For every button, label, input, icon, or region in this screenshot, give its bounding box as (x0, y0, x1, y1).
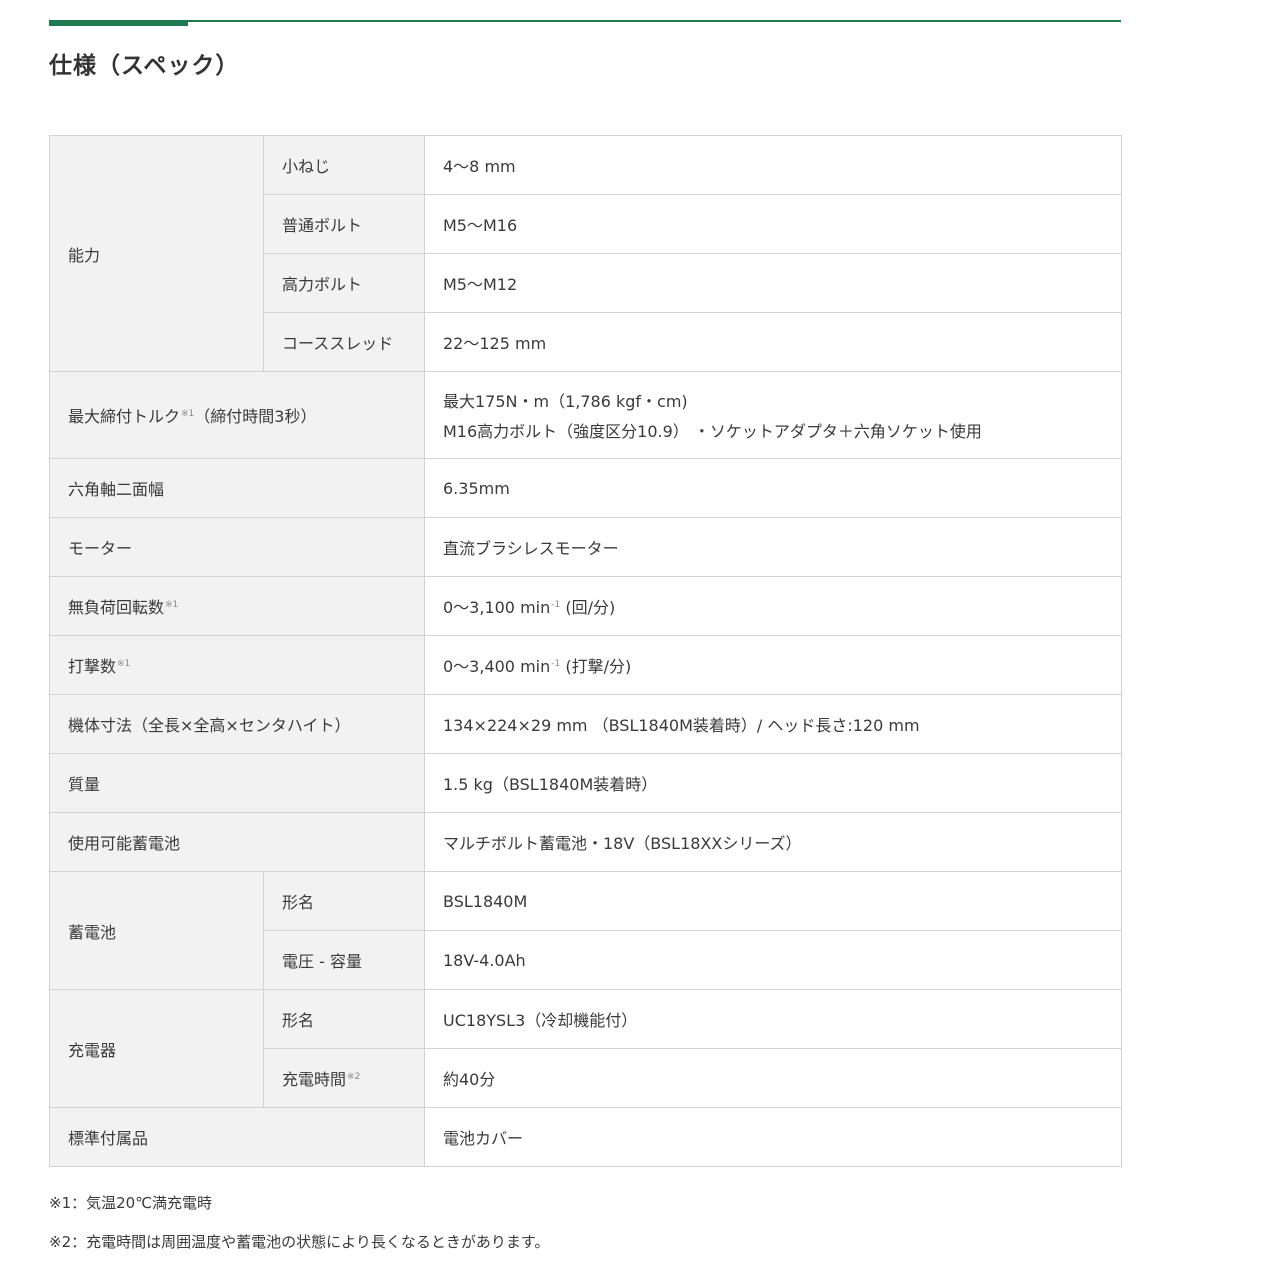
value-high-bolt: M5～M12 (424, 253, 1122, 313)
table-row: 標準付属品 電池カバー (49, 1107, 1122, 1167)
row-header-capacity: 能力 (49, 135, 264, 372)
table-row: 最大締付トルク※1（締付時間3秒） 最大175N・m（1,786 kgf・cm)… (49, 371, 1122, 459)
value-charge-time: 約40分 (424, 1048, 1122, 1108)
sub-header-small-screw: 小ねじ (263, 135, 425, 195)
table-row: モーター 直流ブラシレスモーター (49, 517, 1122, 577)
spec-page: 仕様（スペック） 能力 小ねじ 4～8 mm 普通ボルト M5～M16 高力ボル… (0, 0, 1280, 1280)
table-row: 打撃数※1 0～3,400 min-1 (打撃/分) (49, 635, 1122, 695)
sub-header-coarse-thread: コーススレッド (263, 312, 425, 372)
unit-exponent: -1 (551, 659, 561, 669)
table-row: 質量 1.5 kg（BSL1840M装着時） (49, 753, 1122, 813)
max-torque-line1: 最大175N・m（1,786 kgf・cm) (443, 392, 688, 411)
row-header-hex-shank: 六角軸二面幅 (49, 458, 425, 518)
sub-header-charge-time: 充電時間※2 (263, 1048, 425, 1108)
row-header-motor: モーター (49, 517, 425, 577)
value-impact-rate: 0～3,400 min-1 (打撃/分) (424, 635, 1122, 695)
value-small-screw: 4～8 mm (424, 135, 1122, 195)
value-usable-battery: マルチボルト蓄電池・18V（BSL18XXシリーズ） (424, 812, 1122, 872)
note-mark: ※2 (347, 1072, 361, 1082)
table-row: 無負荷回転数※1 0～3,100 min-1 (回/分) (49, 576, 1122, 636)
value-coarse-thread: 22～125 mm (424, 312, 1122, 372)
value-dimensions: 134×224×29 mm （BSL1840M装着時）/ ヘッド長さ:120 m… (424, 694, 1122, 754)
no-load-speed-label: 無負荷回転数 (68, 598, 165, 617)
table-row: 充電器 形名 UC18YSL3（冷却機能付） (49, 989, 1122, 1108)
no-load-speed-value: 0～3,100 min (443, 598, 551, 617)
table-row: 六角軸二面幅 6.35mm (49, 458, 1122, 518)
footnote-2: ※2：充電時間は周囲温度や蓄電池の状態により長くなるときがあります。 (49, 1233, 550, 1251)
max-torque-label: 最大締付トルク (68, 407, 181, 426)
value-hex-shank: 6.35mm (424, 458, 1122, 518)
note-mark: ※1 (165, 600, 179, 610)
value-voltage-capacity: 18V-4.0Ah (424, 930, 1122, 990)
table-row: 能力 小ねじ 4～8 mm (49, 135, 1122, 372)
note-mark: ※1 (117, 659, 131, 669)
max-torque-line2: M16高力ボルト（強度区分10.9） ・ソケットアダプタ＋六角ソケット使用 (443, 422, 982, 441)
row-header-weight: 質量 (49, 753, 425, 813)
row-header-dimensions: 機体寸法（全長×全高×センタハイト） (49, 694, 425, 754)
section-rule (49, 20, 1121, 22)
impact-rate-label: 打撃数 (68, 657, 117, 676)
value-motor: 直流ブラシレスモーター (424, 517, 1122, 577)
sub-header-battery-model: 形名 (263, 871, 425, 931)
sub-header-voltage-capacity: 電圧 - 容量 (263, 930, 425, 990)
sub-header-normal-bolt: 普通ボルト (263, 194, 425, 254)
row-header-accessories: 標準付属品 (49, 1107, 425, 1167)
row-header-impact-rate: 打撃数※1 (49, 635, 425, 695)
value-battery-model: BSL1840M (424, 871, 1122, 931)
value-accessories: 電池カバー (424, 1107, 1122, 1167)
value-normal-bolt: M5～M16 (424, 194, 1122, 254)
sub-header-high-bolt: 高力ボルト (263, 253, 425, 313)
table-row: 機体寸法（全長×全高×センタハイト） 134×224×29 mm （BSL184… (49, 694, 1122, 754)
table-row: 蓄電池 形名 BSL1840M (49, 871, 1122, 990)
note-mark: ※1 (181, 409, 195, 419)
no-load-speed-suffix: (回/分) (560, 598, 616, 617)
page-title: 仕様（スペック） (49, 53, 240, 79)
footnote-1: ※1：気温20℃満充電時 (49, 1194, 213, 1212)
row-header-charger: 充電器 (49, 989, 264, 1108)
spec-table: 能力 小ねじ 4～8 mm 普通ボルト M5～M16 高力ボルト M5～M12 … (49, 135, 1122, 1167)
row-header-usable-battery: 使用可能蓄電池 (49, 812, 425, 872)
charge-time-label: 充電時間 (282, 1070, 347, 1089)
value-max-torque: 最大175N・m（1,786 kgf・cm) M16高力ボルト（強度区分10.9… (424, 371, 1122, 459)
impact-rate-suffix: (打撃/分) (560, 657, 632, 676)
row-header-battery: 蓄電池 (49, 871, 264, 990)
max-torque-label-suffix: （締付時間3秒） (194, 407, 317, 426)
row-header-no-load-speed: 無負荷回転数※1 (49, 576, 425, 636)
value-weight: 1.5 kg（BSL1840M装着時） (424, 753, 1122, 813)
section-rule-accent (49, 20, 188, 26)
row-header-max-torque: 最大締付トルク※1（締付時間3秒） (49, 371, 425, 459)
unit-exponent: -1 (551, 600, 561, 610)
value-charger-model: UC18YSL3（冷却機能付） (424, 989, 1122, 1049)
sub-header-charger-model: 形名 (263, 989, 425, 1049)
value-no-load-speed: 0～3,100 min-1 (回/分) (424, 576, 1122, 636)
impact-rate-value: 0～3,400 min (443, 657, 551, 676)
table-row: 使用可能蓄電池 マルチボルト蓄電池・18V（BSL18XXシリーズ） (49, 812, 1122, 872)
